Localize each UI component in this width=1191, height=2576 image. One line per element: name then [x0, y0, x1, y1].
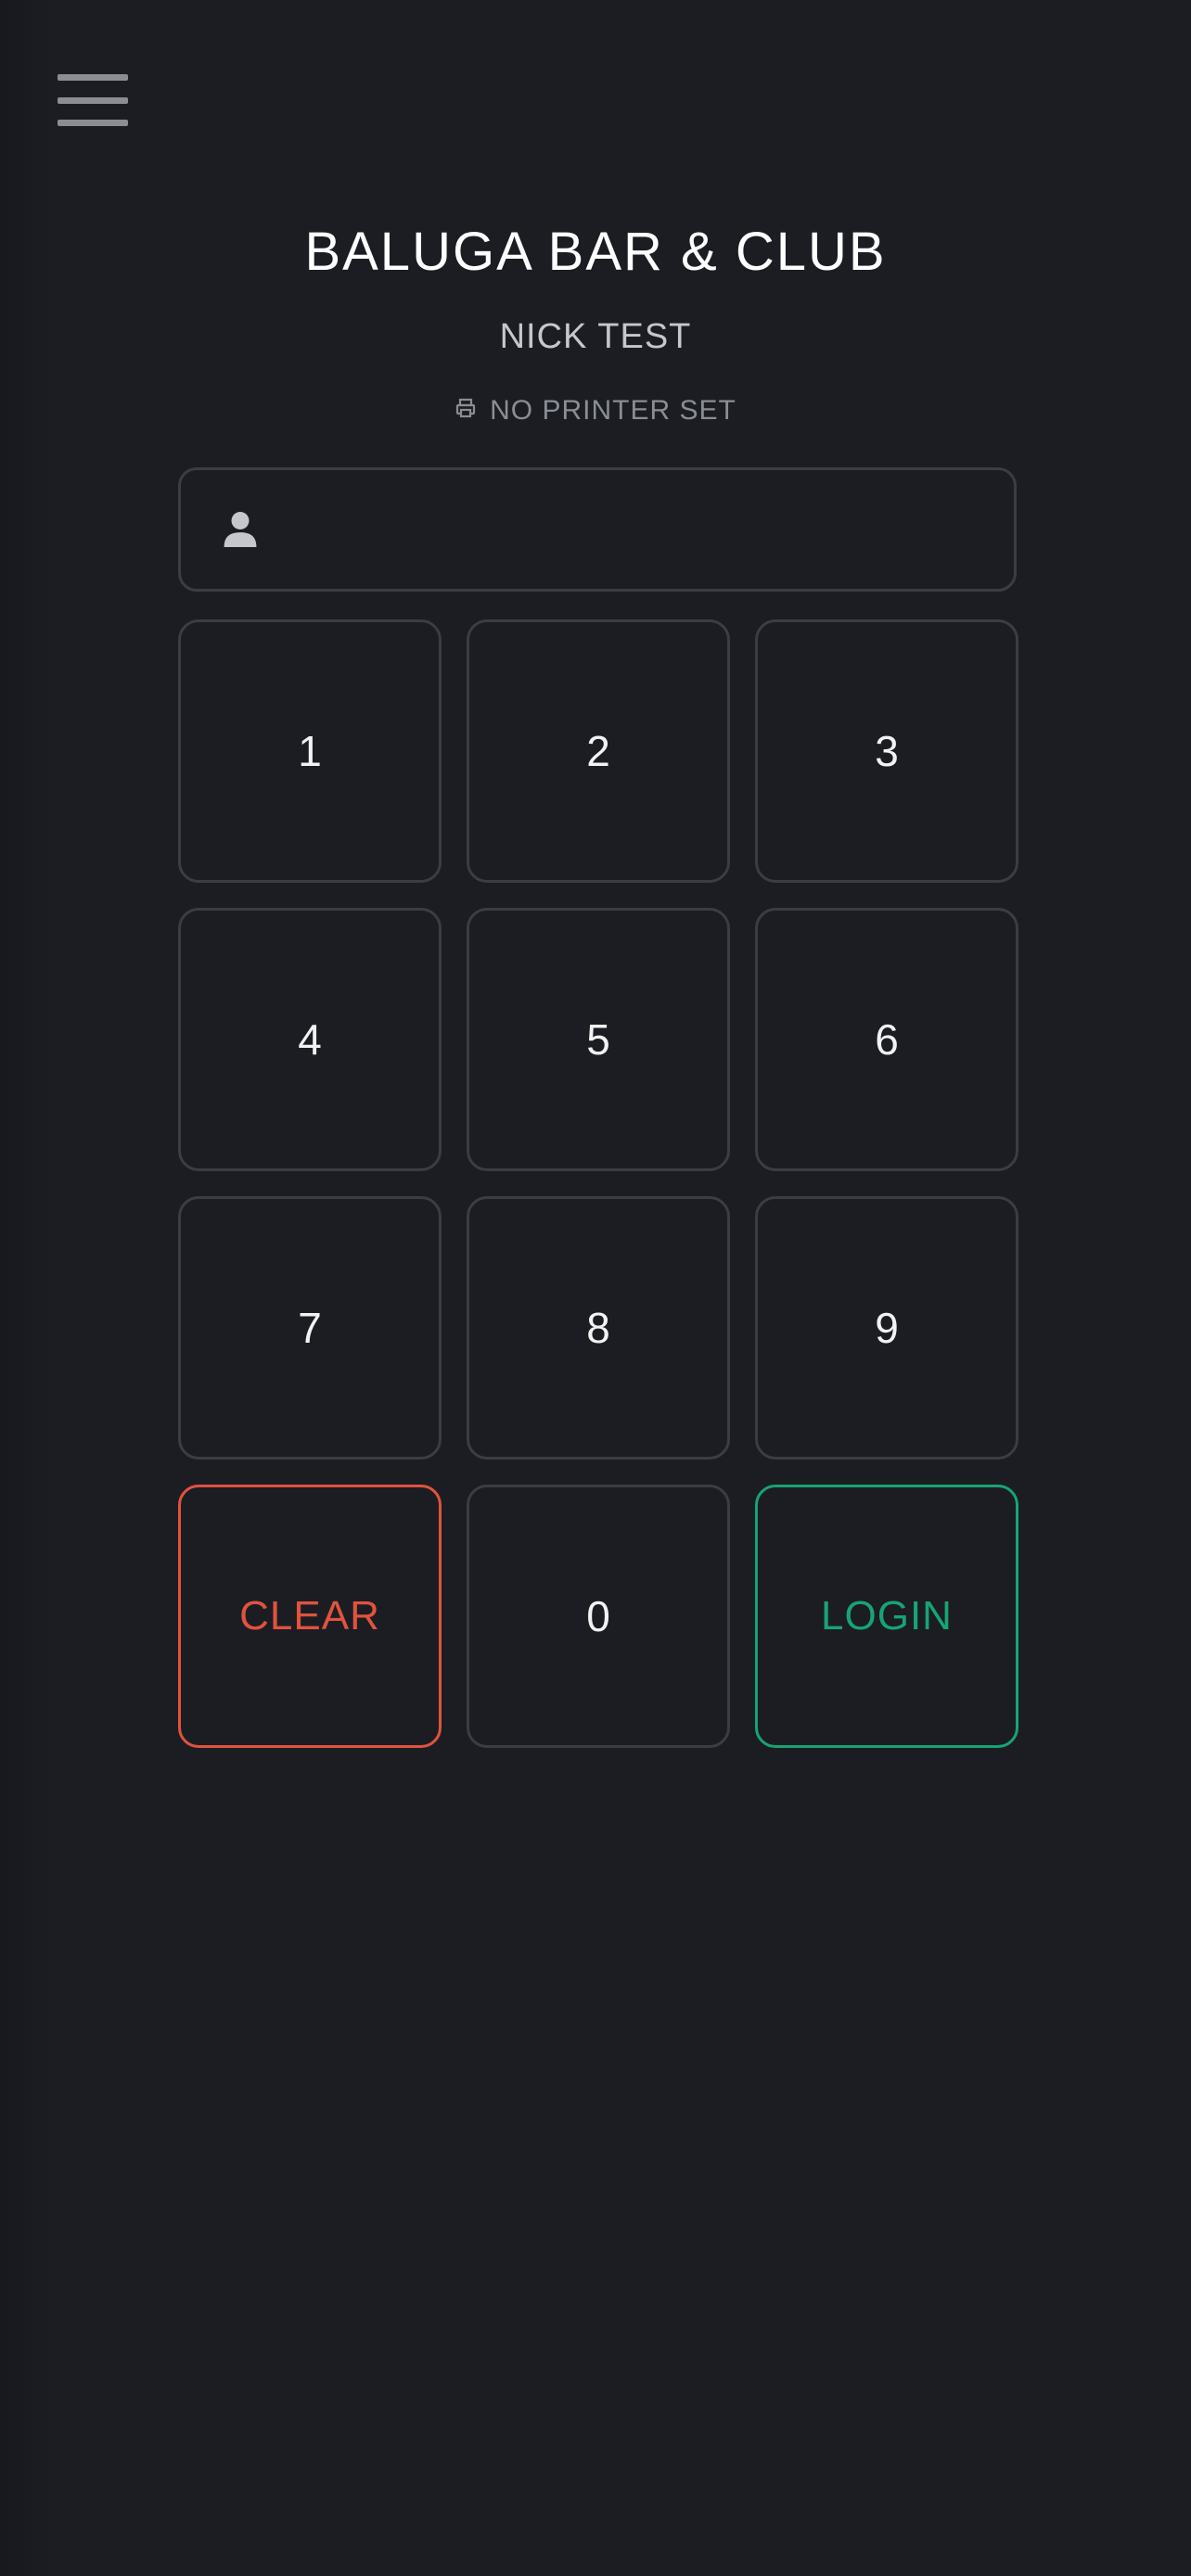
- printer-status-label: NO PRINTER SET: [490, 395, 736, 426]
- clear-button[interactable]: CLEAR: [178, 1485, 442, 1748]
- menu-bar-top: [58, 74, 128, 81]
- key-9[interactable]: 9: [755, 1196, 1018, 1460]
- login-button[interactable]: LOGIN: [755, 1485, 1018, 1748]
- pin-keypad: 1 2 3 4 5 6 7 8 9 CLEAR 0 LOGIN: [178, 619, 1018, 1748]
- menu-bar-middle: [58, 96, 128, 104]
- key-7[interactable]: 7: [178, 1196, 442, 1460]
- user-icon: [222, 509, 259, 550]
- key-3[interactable]: 3: [755, 619, 1018, 883]
- pin-input[interactable]: [259, 469, 1014, 590]
- venue-title: BALUGA BAR & CLUB: [304, 222, 887, 282]
- key-8[interactable]: 8: [467, 1196, 730, 1460]
- key-0[interactable]: 0: [467, 1485, 730, 1748]
- key-6[interactable]: 6: [755, 908, 1018, 1171]
- printer-status: NO PRINTER SET: [0, 395, 1191, 427]
- menu-bar-bottom: [58, 120, 128, 126]
- key-4[interactable]: 4: [178, 908, 442, 1171]
- key-5[interactable]: 5: [467, 908, 730, 1171]
- pin-field[interactable]: [178, 467, 1017, 592]
- key-1[interactable]: 1: [178, 619, 442, 883]
- hamburger-menu-icon[interactable]: [58, 74, 128, 126]
- key-2[interactable]: 2: [467, 619, 730, 883]
- user-name: NICK TEST: [499, 317, 692, 356]
- printer-icon: [455, 395, 477, 427]
- login-screen: BALUGA BAR & CLUB NICK TEST NO PRINTER S…: [0, 0, 1191, 2576]
